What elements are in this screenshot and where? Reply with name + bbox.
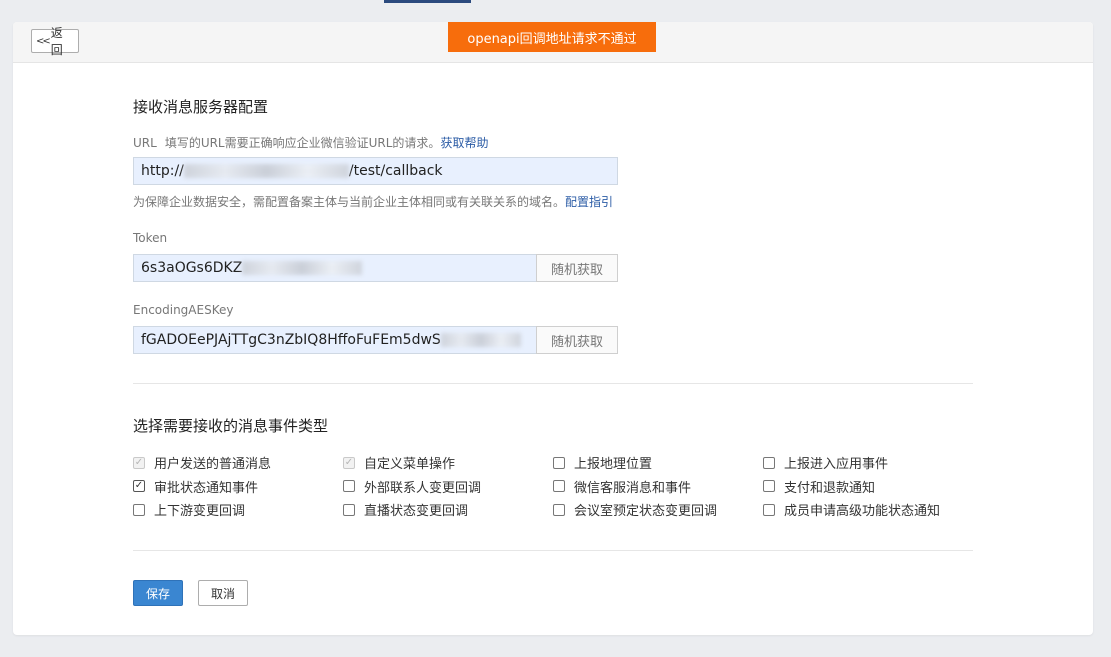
url-label: URL — [133, 136, 157, 150]
event-label: 上报进入应用事件 — [784, 457, 889, 472]
token-label: Token — [133, 231, 168, 245]
event-label: 审批状态通知事件 — [154, 480, 259, 496]
callback-config-card: << 返回 openapi回调地址请求不通过 接收消息服务器配置 URL 填写的U… — [13, 22, 1093, 635]
redacted-domain — [183, 164, 349, 178]
event-label: 微信客服消息和事件 — [574, 480, 692, 496]
cancel-button[interactable]: 取消 — [198, 580, 248, 606]
config-guide-link[interactable]: 配置指引 — [565, 195, 613, 209]
event-label: 支付和退款通知 — [784, 480, 876, 496]
event-checkbox-item[interactable]: 会议室预定状态变更回调 — [553, 500, 717, 519]
back-button[interactable]: << 返回 — [31, 26, 79, 57]
checkbox-checked-icon: ✓ — [133, 456, 145, 469]
url-hint: 填写的URL需要正确响应企业微信验证URL的请求。 — [164, 136, 441, 150]
checkbox-unchecked-icon[interactable] — [763, 503, 775, 516]
event-label: 直播状态变更回调 — [364, 504, 469, 519]
aes-key-input[interactable]: fGADOEePJAjTTgC3nZbIQ8HffoFuFEm5dwS — [133, 326, 537, 354]
checkbox-unchecked-icon[interactable] — [763, 480, 775, 492]
checkbox-unchecked-icon[interactable] — [553, 480, 565, 492]
event-checkbox-item[interactable]: 支付和退款通知 — [763, 477, 875, 496]
event-label: 会议室预定状态变更回调 — [574, 504, 718, 519]
event-checkbox-item: ✓ 自定义菜单操作 — [343, 453, 455, 472]
checkbox-unchecked-icon[interactable] — [343, 503, 355, 516]
url-value-prefix: http:// — [141, 163, 184, 179]
event-label: 自定义菜单操作 — [364, 457, 456, 472]
error-alert: openapi回调地址请求不通过 — [448, 22, 656, 52]
checkbox-checked-icon[interactable]: ✓ — [133, 480, 145, 492]
url-label-row: URL 填写的URL需要正确响应企业微信验证URL的请求。获取帮助 — [133, 134, 488, 151]
double-chevron-left-icon: << — [36, 35, 51, 47]
actions-divider — [133, 550, 973, 551]
aes-key-value: fGADOEePJAjTTgC3nZbIQ8HffoFuFEm5dwS — [141, 332, 441, 348]
token-input[interactable]: 6s3aOGs6DKZ — [133, 254, 537, 282]
event-checkbox-item[interactable]: ✓ 审批状态通知事件 — [133, 477, 258, 496]
url-help-link[interactable]: 获取帮助 — [440, 136, 488, 150]
event-checkbox-item[interactable]: 上报进入应用事件 — [763, 453, 888, 472]
url-domain-note: 为保障企业数据安全，需配置备案主体与当前企业主体相同或有关联关系的域名。配置指引 — [133, 193, 613, 210]
event-label: 成员申请高级功能状态通知 — [784, 504, 941, 519]
event-label: 用户发送的普通消息 — [154, 457, 272, 472]
section-divider — [133, 383, 973, 384]
url-note-text: 为保障企业数据安全，需配置备案主体与当前企业主体相同或有关联关系的域名。 — [133, 195, 566, 209]
redacted-token — [242, 261, 363, 275]
event-checkbox-item: ✓ 用户发送的普通消息 — [133, 453, 271, 472]
checkbox-checked-icon: ✓ — [343, 456, 355, 469]
aes-key-label: EncodingAESKey — [133, 303, 234, 317]
checkbox-unchecked-icon[interactable] — [763, 456, 775, 469]
top-nav-active-indicator — [384, 0, 471, 3]
token-value: 6s3aOGs6DKZ — [141, 260, 243, 276]
save-button[interactable]: 保存 — [133, 580, 183, 606]
event-checkbox-item[interactable]: 上报地理位置 — [553, 453, 652, 472]
token-random-button[interactable]: 随机获取 — [536, 254, 618, 282]
url-value-suffix: /test/callback — [348, 163, 443, 179]
server-config-title: 接收消息服务器配置 — [133, 98, 269, 116]
event-checkbox-item[interactable]: 直播状态变更回调 — [343, 500, 468, 519]
event-label: 外部联系人变更回调 — [364, 480, 482, 496]
back-label: 返回 — [50, 26, 63, 57]
event-checkbox-item[interactable]: 成员申请高级功能状态通知 — [763, 500, 940, 519]
checkbox-unchecked-icon[interactable] — [553, 456, 565, 469]
event-label: 上报地理位置 — [574, 457, 653, 472]
event-label: 上下游变更回调 — [154, 504, 246, 519]
event-checkbox-item[interactable]: 上下游变更回调 — [133, 500, 245, 519]
url-input[interactable]: http:// /test/callback — [133, 157, 618, 185]
redacted-aes-key — [440, 333, 521, 347]
checkbox-unchecked-icon[interactable] — [343, 480, 355, 492]
aes-key-random-button[interactable]: 随机获取 — [536, 326, 618, 354]
event-checkbox-item[interactable]: 外部联系人变更回调 — [343, 477, 481, 496]
checkbox-unchecked-icon[interactable] — [553, 503, 565, 516]
events-title: 选择需要接收的消息事件类型 — [133, 417, 329, 435]
event-checkbox-item[interactable]: 微信客服消息和事件 — [553, 477, 691, 496]
checkbox-unchecked-icon[interactable] — [133, 503, 145, 516]
